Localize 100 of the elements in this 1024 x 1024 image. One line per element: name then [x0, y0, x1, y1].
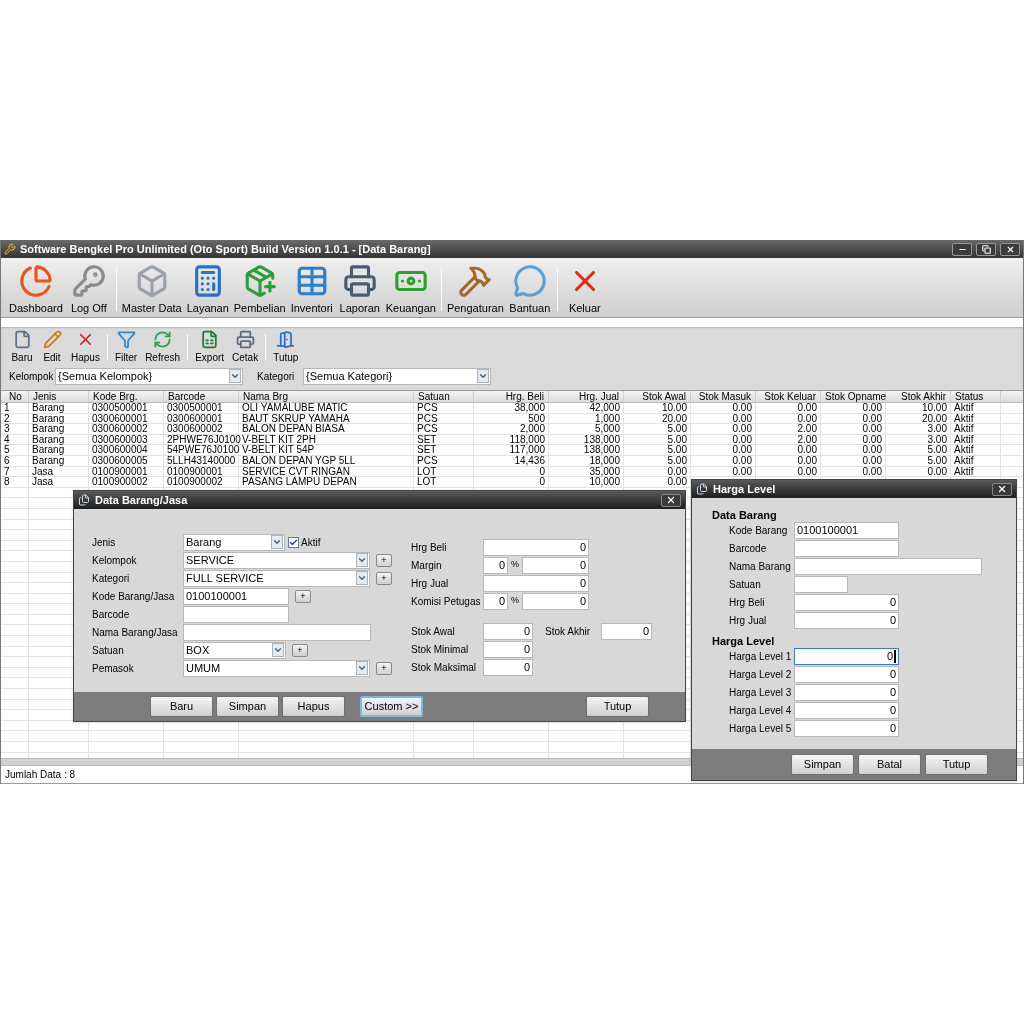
dropdown[interactable]: {Semua Kelompok}: [55, 367, 243, 385]
text-field[interactable]: 0: [522, 556, 589, 574]
dialog-button[interactable]: Hapus: [282, 696, 345, 717]
text-field[interactable]: 0: [483, 640, 533, 658]
new-file-icon: [12, 330, 32, 349]
toolbar-button[interactable]: Layanan: [183, 264, 232, 315]
text-field[interactable]: 0: [522, 592, 589, 610]
text-field[interactable]: [794, 557, 982, 575]
close-button[interactable]: [1000, 242, 1020, 256]
toolbar-button[interactable]: Hapus: [67, 330, 104, 364]
toolbar-button[interactable]: Edit: [37, 330, 67, 364]
speech-bubble-icon: [512, 264, 547, 298]
column-header[interactable]: Kode Brg.: [89, 391, 164, 402]
toolbar-button[interactable]: Bantuan: [505, 264, 554, 315]
table-cell: PCS: [414, 413, 474, 424]
dialog-button[interactable]: Simpan: [216, 696, 279, 717]
text-field[interactable]: 0: [483, 592, 508, 610]
column-header[interactable]: Stok Opname: [821, 391, 886, 402]
table-cell: 3: [1, 424, 29, 434]
dropdown[interactable]: UMUM: [183, 659, 370, 677]
toolbar-button[interactable]: Keluar: [560, 264, 609, 315]
table-cell: SET: [414, 434, 474, 445]
column-header[interactable]: Barcode: [164, 391, 239, 402]
text-field[interactable]: [794, 539, 899, 557]
field-label: Nama Barang/Jasa: [92, 625, 179, 640]
toolbar-button[interactable]: Baru: [7, 330, 37, 364]
dropdown[interactable]: FULL SERVICE: [183, 569, 370, 587]
text-field[interactable]: 0: [483, 622, 533, 640]
toolbar-button[interactable]: Dashboard: [7, 264, 65, 315]
dialog-button[interactable]: Tutup: [925, 754, 988, 775]
toolbar-button[interactable]: Pembelian: [231, 264, 288, 315]
add-button[interactable]: +: [295, 589, 311, 603]
refresh-icon: [153, 330, 173, 349]
section-heading: Data Barang: [712, 508, 778, 521]
text-field[interactable]: 0: [794, 701, 899, 719]
add-button[interactable]: +: [376, 661, 392, 675]
dialog-button[interactable]: Baru: [150, 696, 213, 717]
add-button[interactable]: +: [376, 553, 392, 567]
text-field[interactable]: 0: [483, 574, 589, 592]
column-header[interactable]: Stok Keluar: [756, 391, 821, 402]
toolbar-button[interactable]: Keuangan: [383, 264, 438, 315]
column-header[interactable]: Jenis: [29, 391, 89, 402]
dropdown[interactable]: {Semua Kategori}: [303, 367, 491, 385]
toolbar-button[interactable]: Log Off: [64, 264, 113, 315]
text-field[interactable]: 0: [794, 593, 899, 611]
column-header[interactable]: Stok Awal: [624, 391, 691, 402]
column-header[interactable]: Stok Masuk: [691, 391, 756, 402]
toolbar-button[interactable]: Pengaturan: [444, 264, 506, 315]
add-button[interactable]: +: [292, 643, 308, 657]
add-button[interactable]: +: [376, 571, 392, 585]
text-field[interactable]: 0100100001: [183, 587, 289, 605]
dialog-button[interactable]: Batal: [858, 754, 921, 775]
dialog-button[interactable]: Simpan: [791, 754, 854, 775]
column-header[interactable]: Status: [951, 391, 1001, 402]
dropdown[interactable]: BOX: [183, 641, 286, 659]
toolbar-button[interactable]: Laporan: [335, 264, 384, 315]
table-cell: 5: [1, 445, 29, 455]
table-cell: 1: [1, 403, 29, 413]
dropdown[interactable]: Barang: [183, 533, 285, 551]
text-field[interactable]: 0: [794, 683, 899, 701]
text-field[interactable]: 0: [483, 538, 589, 556]
text-field[interactable]: [183, 605, 289, 623]
dialog-button[interactable]: Custom >>: [360, 696, 423, 717]
dialog-button[interactable]: Tutup: [586, 696, 649, 717]
column-header[interactable]: Stok Akhir: [886, 391, 951, 402]
text-field[interactable]: 0: [794, 719, 899, 737]
text-field[interactable]: 0: [601, 622, 652, 640]
dropdown[interactable]: SERVICE: [183, 551, 370, 569]
text-field[interactable]: [183, 623, 371, 641]
toolbar-button[interactable]: Master Data: [119, 264, 184, 315]
text-field[interactable]: 0: [794, 665, 899, 683]
toolbar-button[interactable]: Filter: [110, 330, 142, 364]
printer-icon: [342, 264, 377, 298]
field-label: Harga Level 5: [729, 721, 793, 736]
toolbar-button[interactable]: Inventori: [287, 264, 336, 315]
checkbox[interactable]: [288, 536, 299, 548]
close-button[interactable]: [661, 493, 681, 507]
text-field[interactable]: 0: [794, 611, 899, 629]
toolbar-button[interactable]: Refresh: [141, 330, 185, 364]
document-icon: [696, 483, 708, 495]
column-header[interactable]: No: [1, 391, 29, 402]
column-header[interactable]: Satuan: [414, 391, 474, 402]
text-field[interactable]: [794, 575, 848, 593]
toolbar-button[interactable]: Tutup: [269, 330, 303, 364]
minimize-button[interactable]: [952, 242, 972, 256]
table-cell: 0300600002: [89, 424, 164, 434]
column-header[interactable]: Hrg. Beli: [474, 391, 549, 402]
column-header[interactable]: Nama Brg: [239, 391, 414, 402]
table-cell: 1,000: [549, 413, 624, 424]
toolbar-button[interactable]: Export: [191, 330, 229, 364]
text-field[interactable]: 0100100001: [794, 521, 899, 539]
close-button[interactable]: [992, 482, 1012, 496]
column-header[interactable]: Hrg. Jual: [549, 391, 624, 402]
field-label: Barcode: [729, 541, 768, 556]
checkbox-label: Aktif: [301, 535, 321, 550]
text-field[interactable]: 0: [483, 658, 533, 676]
toolbar-button[interactable]: Cetak: [228, 330, 263, 364]
restore-button[interactable]: [976, 242, 996, 256]
text-field[interactable]: 0: [483, 556, 508, 574]
text-field[interactable]: 0: [794, 647, 899, 665]
